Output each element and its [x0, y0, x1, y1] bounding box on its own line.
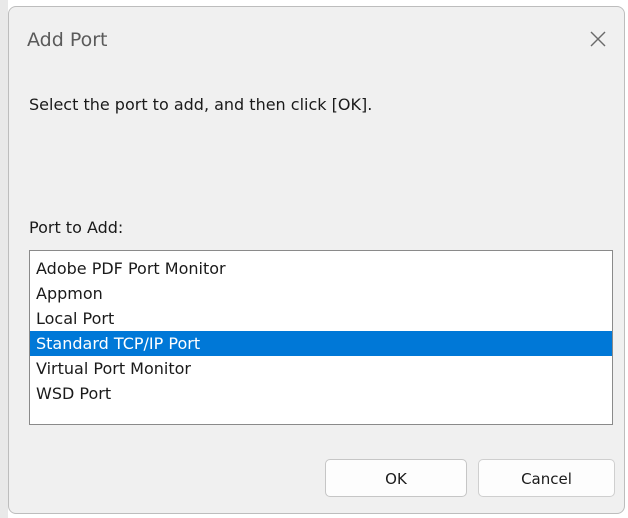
- port-to-add-label: Port to Add:: [29, 218, 124, 237]
- title-bar[interactable]: Add Port: [9, 7, 624, 69]
- list-item-virtual-port-monitor[interactable]: Virtual Port Monitor: [30, 356, 612, 381]
- port-listbox[interactable]: Adobe PDF Port Monitor Appmon Local Port…: [29, 250, 613, 425]
- list-item-appmon[interactable]: Appmon: [30, 281, 612, 306]
- instruction-text: Select the port to add, and then click […: [29, 95, 373, 114]
- add-port-dialog: Add Port Select the port to add, and the…: [8, 6, 625, 514]
- background-window-edge: [0, 0, 8, 518]
- list-item-local-port[interactable]: Local Port: [30, 306, 612, 331]
- dialog-title: Add Port: [27, 29, 108, 51]
- cancel-button[interactable]: Cancel: [478, 459, 615, 497]
- list-item-wsd-port[interactable]: WSD Port: [30, 381, 612, 406]
- close-button[interactable]: [582, 23, 614, 55]
- list-item-adobe-pdf-port-monitor[interactable]: Adobe PDF Port Monitor: [30, 256, 612, 281]
- ok-button[interactable]: OK: [325, 459, 467, 497]
- list-item-standard-tcp-ip-port[interactable]: Standard TCP/IP Port: [30, 331, 612, 356]
- close-icon: [590, 31, 606, 47]
